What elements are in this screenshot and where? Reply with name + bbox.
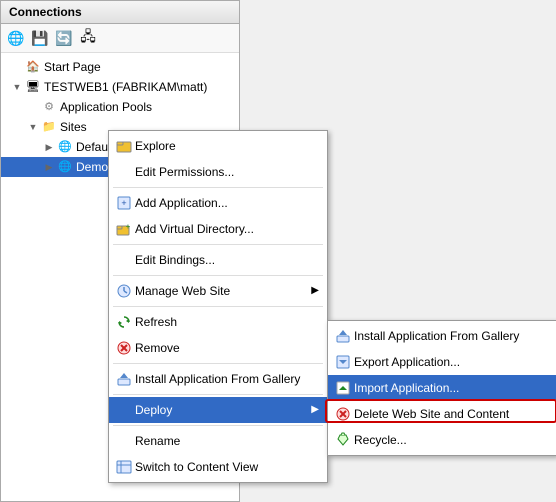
refresh-icon: 🔄 [55,30,72,47]
tree-label-start-page: Start Page [44,58,101,76]
sub-import-icon [332,378,354,398]
refresh-menu-icon [113,312,135,332]
menu-label-explore: Explore [135,136,319,156]
sub-recycle-icon [332,430,354,450]
context-menu: Explore Edit Permissions... + Add Applic… [108,130,328,483]
toolbar: 🌐 💾 🔄 🖧 [1,24,239,53]
expand-icon-demosite: ▶ [41,159,57,175]
menu-item-remove[interactable]: Remove [109,335,327,361]
add-app-icon: + [113,193,135,213]
menu-item-switch-content-view[interactable]: Switch to Content View [109,454,327,480]
svg-text:+: + [121,198,126,208]
manage-icon [113,281,135,301]
menu-item-deploy[interactable]: Deploy ▶ [109,397,327,423]
save-button[interactable]: 💾 [29,27,51,49]
submenu-item-delete-web[interactable]: Delete Web Site and Content [328,401,556,427]
globe-icon: 🌐 [7,30,24,47]
deploy-icon [113,400,135,420]
menu-item-rename[interactable]: Rename [109,428,327,454]
panel-title: Connections [9,5,82,19]
menu-item-manage-web-site[interactable]: Manage Web Site ▶ [109,278,327,304]
svg-text:+: + [126,222,131,231]
separator-4 [113,306,323,307]
add-vdir-icon: + [113,219,135,239]
expand-icon-sites: ▼ [25,119,41,135]
submenu-item-export-app[interactable]: Export Application... [328,349,556,375]
submenu-arrow: ▶ [311,281,319,301]
gear-icon: ⚙ [41,99,57,115]
refresh-toolbar-button[interactable]: 🔄 [53,27,75,49]
home-icon: 🏠 [25,59,41,75]
separator-7 [113,425,323,426]
submenu-item-recycle[interactable]: Recycle... [328,427,556,453]
menu-label-switch-content-view: Switch to Content View [135,457,319,477]
sites-folder-icon: 📁 [41,119,57,135]
menu-label-add-virtual-dir: Add Virtual Directory... [135,219,319,239]
panel-header: Connections [1,1,239,24]
tree-item-server[interactable]: ▼ 🖥 TESTWEB1 (FABRIKAM\matt) [1,77,239,97]
submenu-label-delete-web: Delete Web Site and Content [354,404,509,424]
menu-item-install-gallery[interactable]: Install Application From Gallery [109,366,327,392]
remove-icon [113,338,135,358]
submenu-label-import-app: Import Application... [354,378,459,398]
install-gallery-icon [113,369,135,389]
separator-3 [113,275,323,276]
menu-label-manage-web-site: Manage Web Site [135,281,311,301]
server-icon: 🖥 [25,79,41,95]
submenu-label-recycle: Recycle... [354,430,407,450]
menu-label-refresh: Refresh [135,312,319,332]
tree-label-server: TESTWEB1 (FABRIKAM\matt) [44,78,207,96]
submenu-label-install-gallery: Install Application From Gallery [354,326,519,346]
menu-item-edit-permissions[interactable]: Edit Permissions... [109,159,327,185]
no-icon-rename [113,431,135,451]
expand-icon-server: ▼ [9,79,25,95]
menu-item-refresh[interactable]: Refresh [109,309,327,335]
submenu-item-install-gallery[interactable]: Install Application From Gallery [328,323,556,349]
no-icon-2 [113,250,135,270]
save-icon: 💾 [31,30,48,47]
sub-install-gallery-icon [332,326,354,346]
menu-item-add-application[interactable]: + Add Application... [109,190,327,216]
menu-label-edit-permissions: Edit Permissions... [135,162,319,182]
menu-label-rename: Rename [135,431,319,451]
sub-export-icon [332,352,354,372]
menu-label-deploy: Deploy [135,400,311,420]
deploy-submenu-arrow: ▶ [311,400,319,420]
tree-item-start-page[interactable]: 🏠 Start Page [1,57,239,77]
menu-item-edit-bindings[interactable]: Edit Bindings... [109,247,327,273]
separator-6 [113,394,323,395]
deploy-submenu: Install Application From Gallery Export … [327,320,556,456]
content-view-icon [113,457,135,477]
globe-icon-default: 🌐 [57,139,73,155]
menu-label-install-gallery: Install Application From Gallery [135,369,319,389]
network-button[interactable]: 🖧 [77,27,99,49]
back-button[interactable]: 🌐 [5,27,27,49]
separator-1 [113,187,323,188]
expand-icon-pools [25,99,41,115]
menu-label-edit-bindings: Edit Bindings... [135,250,319,270]
expand-icon [9,59,25,75]
submenu-item-import-app[interactable]: Import Application... [328,375,556,401]
expand-icon-default: ▶ [41,139,57,155]
globe-icon-demosite: 🌐 [57,159,73,175]
menu-label-add-application: Add Application... [135,193,319,213]
submenu-label-export-app: Export Application... [354,352,460,372]
sub-delete-icon [332,404,354,424]
no-icon [113,162,135,182]
menu-item-explore[interactable]: Explore [109,133,327,159]
separator-5 [113,363,323,364]
network-icon: 🖧 [80,26,96,50]
tree-item-app-pools[interactable]: ⚙ Application Pools [1,97,239,117]
tree-label-sites: Sites [60,118,87,136]
tree-label-app-pools: Application Pools [60,98,152,116]
menu-item-add-virtual-dir[interactable]: + Add Virtual Directory... [109,216,327,242]
explore-icon [113,136,135,156]
separator-2 [113,244,323,245]
menu-label-remove: Remove [135,338,319,358]
